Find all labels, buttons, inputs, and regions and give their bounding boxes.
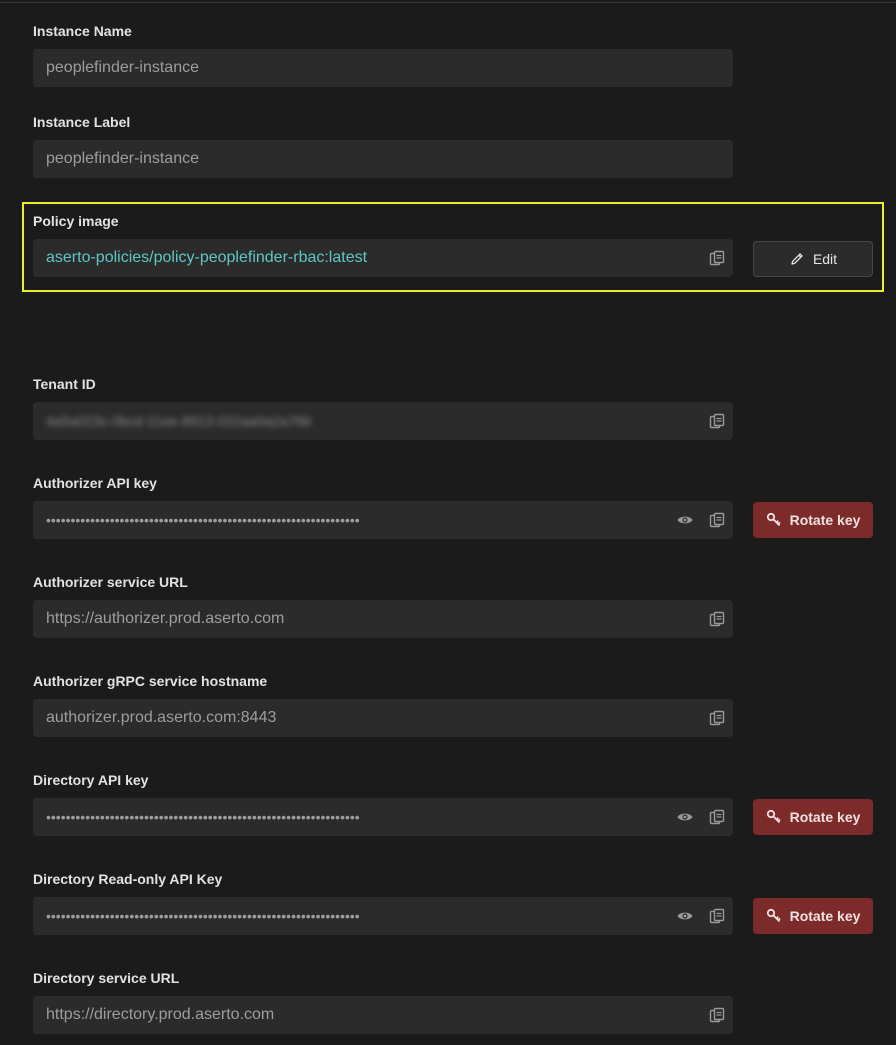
directory-ro-key-field[interactable]: ••••••••••••••••••••••••••••••••••••••••… bbox=[33, 897, 733, 935]
instance-label-value: peoplefinder-instance bbox=[46, 150, 199, 167]
tenant-id-field[interactable]: 4a5a023c-0bcd-11ee-8913-022aa0a2a766 bbox=[33, 402, 733, 440]
directory-ro-key-label: Directory Read-only API Key bbox=[33, 871, 223, 887]
key-icon bbox=[766, 512, 782, 528]
eye-icon[interactable] bbox=[676, 907, 694, 925]
rotate-directory-key-button[interactable]: Rotate key bbox=[753, 799, 873, 835]
rotate-directory-ro-key-button[interactable]: Rotate key bbox=[753, 898, 873, 934]
authorizer-url-value: https://authorizer.prod.aserto.com bbox=[46, 610, 285, 627]
authorizer-api-key-field[interactable]: ••••••••••••••••••••••••••••••••••••••••… bbox=[33, 501, 733, 539]
tenant-id-value: 4a5a023c-0bcd-11ee-8913-022aa0a2a766 bbox=[46, 413, 312, 429]
authorizer-api-key-value: ••••••••••••••••••••••••••••••••••••••••… bbox=[46, 512, 360, 528]
rotate-key-label: Rotate key bbox=[789, 512, 861, 528]
authorizer-api-key-label: Authorizer API key bbox=[33, 475, 157, 491]
key-icon bbox=[766, 809, 782, 825]
authorizer-url-label: Authorizer service URL bbox=[33, 574, 188, 590]
eye-icon[interactable] bbox=[676, 511, 694, 529]
tenant-id-label: Tenant ID bbox=[33, 376, 96, 392]
instance-label-label: Instance Label bbox=[33, 114, 131, 130]
rotate-authorizer-key-button[interactable]: Rotate key bbox=[753, 502, 873, 538]
authorizer-grpc-value: authorizer.prod.aserto.com:8443 bbox=[46, 709, 277, 726]
copy-icon[interactable] bbox=[708, 907, 726, 925]
directory-ro-key-value: ••••••••••••••••••••••••••••••••••••••••… bbox=[46, 908, 360, 924]
directory-url-label: Directory service URL bbox=[33, 970, 180, 986]
instance-name-label: Instance Name bbox=[33, 23, 132, 39]
copy-icon[interactable] bbox=[708, 1006, 726, 1024]
rotate-key-label: Rotate key bbox=[789, 908, 861, 924]
pencil-icon bbox=[789, 251, 805, 267]
authorizer-url-field[interactable]: https://authorizer.prod.aserto.com bbox=[33, 600, 733, 638]
edit-policy-button[interactable]: Edit bbox=[753, 241, 873, 277]
copy-icon[interactable] bbox=[708, 610, 726, 628]
policy-image-link[interactable]: aserto-policies/policy-peoplefinder-rbac… bbox=[46, 249, 367, 267]
copy-icon[interactable] bbox=[708, 412, 726, 430]
instance-name-field[interactable]: peoplefinder-instance bbox=[33, 49, 733, 87]
directory-url-value: https://directory.prod.aserto.com bbox=[46, 1006, 275, 1023]
policy-image-label: Policy image bbox=[33, 213, 119, 229]
instance-name-value: peoplefinder-instance bbox=[46, 59, 199, 76]
directory-api-key-label: Directory API key bbox=[33, 772, 149, 788]
copy-icon[interactable] bbox=[708, 808, 726, 826]
copy-icon[interactable] bbox=[708, 511, 726, 529]
rotate-key-label: Rotate key bbox=[789, 809, 861, 825]
authorizer-grpc-label: Authorizer gRPC service hostname bbox=[33, 673, 268, 689]
key-icon bbox=[766, 908, 782, 924]
copy-icon[interactable] bbox=[708, 249, 726, 267]
edit-button-label: Edit bbox=[812, 251, 838, 267]
policy-image-field: aserto-policies/policy-peoplefinder-rbac… bbox=[33, 239, 733, 277]
copy-icon[interactable] bbox=[708, 709, 726, 727]
eye-icon[interactable] bbox=[676, 808, 694, 826]
authorizer-grpc-field[interactable]: authorizer.prod.aserto.com:8443 bbox=[33, 699, 733, 737]
directory-url-field[interactable]: https://directory.prod.aserto.com bbox=[33, 996, 733, 1034]
directory-api-key-value: ••••••••••••••••••••••••••••••••••••••••… bbox=[46, 809, 360, 825]
directory-api-key-field[interactable]: ••••••••••••••••••••••••••••••••••••••••… bbox=[33, 798, 733, 836]
instance-label-field[interactable]: peoplefinder-instance bbox=[33, 140, 733, 178]
top-divider bbox=[0, 2, 896, 3]
